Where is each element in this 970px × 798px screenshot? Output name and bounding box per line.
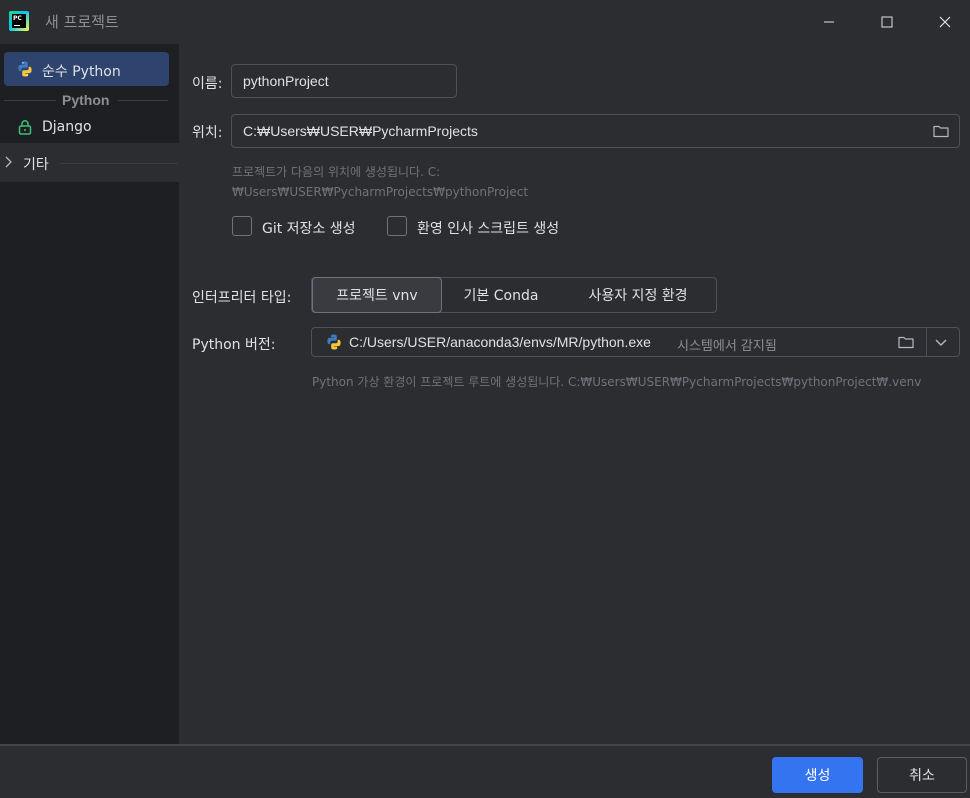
welcome-script-checkbox-label[interactable]: 환영 인사 스크립트 생성 — [417, 218, 559, 238]
sidebar-group-label: Python — [62, 92, 110, 108]
project-settings-panel: 이름: pythonProject 위치: C:₩Users₩USER₩Pych… — [179, 44, 970, 744]
location-field-value: C:₩Users₩USER₩PycharmProjects — [243, 123, 478, 139]
maximize-button[interactable] — [864, 0, 910, 44]
sidebar-item-other[interactable]: 기타 — [0, 143, 179, 182]
welcome-script-checkbox[interactable] — [387, 216, 407, 236]
location-hint-line-1: 프로젝트가 다음의 위치에 생성됩니다. C: — [232, 165, 441, 179]
close-icon — [939, 16, 951, 28]
venv-location-hint: Python 가상 환경이 프로젝트 루트에 생성됩니다. C:₩Users₩U… — [312, 375, 922, 389]
location-hint-line-2: ₩Users₩USER₩PycharmProjects₩pythonProjec… — [232, 185, 529, 199]
sidebar-item-django[interactable]: Django — [4, 110, 169, 144]
title-bar: PC 새 프로젝트 — [0, 0, 970, 44]
folder-icon[interactable] — [897, 333, 915, 351]
sidebar-item-label: Django — [42, 119, 92, 135]
interpreter-type-selector: 프로젝트 vnv 기본 Conda 사용자 지정 환경 — [311, 277, 717, 313]
chevron-right-icon — [5, 156, 12, 168]
python-detected-note: 시스템에서 감지됨 — [677, 339, 777, 354]
pycharm-logo-icon: PC — [9, 11, 29, 31]
interpreter-type-project-venv[interactable]: 프로젝트 vnv — [312, 277, 442, 313]
sidebar-item-label: 순수 Python — [42, 64, 121, 80]
python-icon — [18, 61, 32, 77]
window-title: 새 프로젝트 — [45, 13, 119, 31]
python-version-combobox[interactable]: C:/Users/USER/anaconda3/envs/MR/python.e… — [311, 327, 960, 357]
project-type-sidebar: 순수 Python Python Django 기타 — [0, 44, 179, 744]
create-button[interactable]: 생성 — [772, 757, 863, 793]
name-label: 이름: — [192, 76, 223, 92]
dialog-footer: 생성 취소 — [0, 744, 970, 798]
name-field[interactable]: pythonProject — [231, 64, 457, 98]
python-version-label: Python 버전: — [192, 337, 276, 353]
minimize-button[interactable] — [806, 0, 852, 44]
name-field-value: pythonProject — [243, 73, 329, 89]
cancel-button[interactable]: 취소 — [877, 757, 967, 793]
sidebar-item-pure-python[interactable]: 순수 Python — [4, 52, 169, 86]
git-repo-checkbox-label[interactable]: Git 저장소 생성 — [262, 218, 356, 238]
maximize-icon — [881, 16, 893, 28]
sidebar-item-label: 기타 — [23, 157, 49, 173]
chevron-down-icon[interactable] — [932, 334, 950, 350]
folder-icon[interactable] — [932, 122, 950, 140]
interpreter-type-custom-env[interactable]: 사용자 지정 환경 — [560, 278, 716, 312]
git-repo-checkbox[interactable] — [232, 216, 252, 236]
python-icon — [327, 334, 341, 350]
python-interpreter-path: C:/Users/USER/anaconda3/envs/MR/python.e… — [349, 334, 651, 350]
minimize-icon — [824, 21, 834, 23]
sidebar-group-python: Python — [0, 92, 179, 108]
interpreter-type-base-conda[interactable]: 기본 Conda — [442, 278, 560, 312]
lock-icon — [18, 120, 32, 135]
location-label: 위치: — [192, 125, 223, 141]
interpreter-type-label: 인터프리터 타입: — [192, 290, 292, 306]
location-field[interactable]: C:₩Users₩USER₩PycharmProjects — [231, 114, 960, 148]
close-button[interactable] — [922, 0, 968, 44]
